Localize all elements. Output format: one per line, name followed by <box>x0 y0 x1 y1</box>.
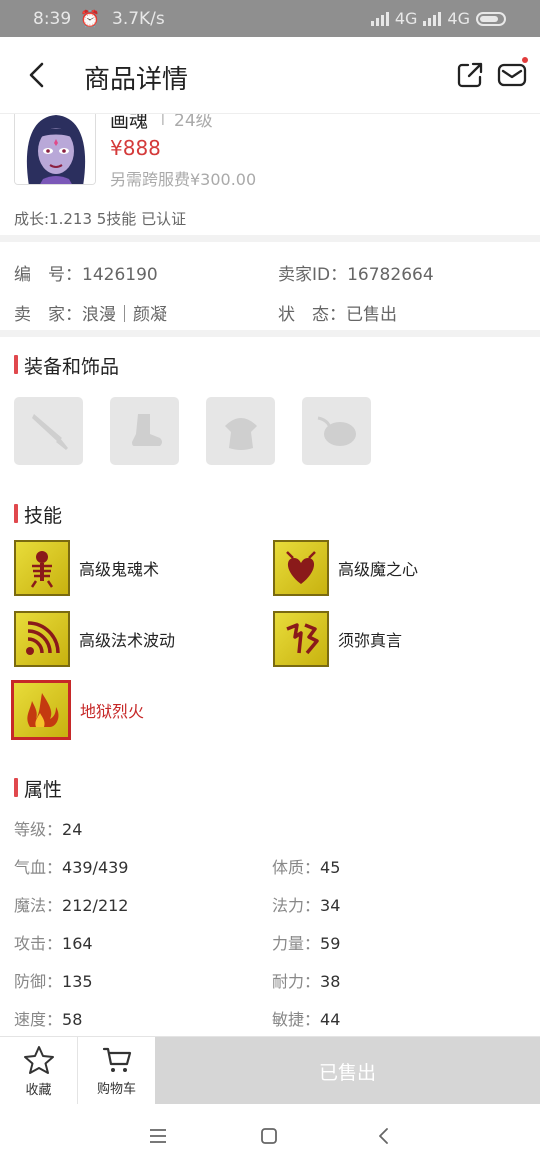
skill-item[interactable]: 高级鬼魂术 <box>14 540 159 596</box>
pet-portrait-icon <box>15 114 95 184</box>
attr-hp: 气血：439/439 <box>14 858 129 877</box>
signal-icon <box>370 11 389 26</box>
skeleton-icon <box>14 540 70 596</box>
skill-name: 高级鬼魂术 <box>79 560 160 579</box>
weapon-slot-icon <box>31 414 68 450</box>
mail-icon[interactable] <box>497 61 527 89</box>
detail-content[interactable]: 画魂 | 24级 ¥888 另需跨服费¥300.00 成长:1.213 5技能 … <box>0 114 540 1036</box>
attr-magic: 法力：34 <box>272 896 341 915</box>
skill-name: 地狱烈火 <box>80 702 145 721</box>
cart-button[interactable]: 购物车 <box>77 1037 155 1105</box>
skill-name: 高级魔之心 <box>338 560 419 579</box>
signal-icon-2 <box>423 11 442 26</box>
seller: 卖 家：浪漫｜颜凝 <box>14 305 167 325</box>
rune-icon <box>273 611 329 667</box>
accessory-slot-icon <box>317 416 356 446</box>
alarm-icon: ⏰ <box>80 9 100 28</box>
skill-name: 高级法术波动 <box>79 631 176 650</box>
price: ¥888 <box>110 136 161 160</box>
divider <box>0 330 540 337</box>
bottom-action-bar: 收藏 购物车 已售出 <box>0 1036 540 1105</box>
page-title: 商品详情 <box>84 65 189 95</box>
battery-icon <box>476 11 506 26</box>
attr-endurance: 耐力：38 <box>272 972 341 991</box>
system-back-icon[interactable] <box>374 1126 394 1146</box>
cart-icon <box>102 1047 131 1072</box>
flame-icon <box>11 680 71 740</box>
section-skills: 技能 <box>14 501 62 528</box>
weapon-slot[interactable] <box>14 397 83 465</box>
armor-slot[interactable] <box>206 397 275 465</box>
boot-slot-icon <box>131 414 162 446</box>
accessory-slot[interactable] <box>302 397 371 465</box>
section-attributes: 属性 <box>14 775 62 802</box>
pet-name: 画魂 <box>110 114 149 132</box>
sold-out-button[interactable]: 已售出 <box>155 1037 540 1105</box>
favorite-button[interactable]: 收藏 <box>0 1037 77 1105</box>
skill-item[interactable]: 高级魔之心 <box>273 540 418 596</box>
status-right: 4G 4G <box>370 9 506 28</box>
name-level-separator: | <box>160 114 166 126</box>
share-icon[interactable] <box>456 61 484 89</box>
header: 商品详情 <box>0 37 540 114</box>
pet-level: 24级 <box>174 114 213 131</box>
attr-strength: 力量：59 <box>272 934 341 953</box>
favorite-label: 收藏 <box>25 1082 52 1098</box>
attr-speed: 速度：58 <box>14 1010 83 1029</box>
section-equipment: 装备和饰品 <box>14 352 119 379</box>
attr-agility: 敏捷：44 <box>272 1010 341 1029</box>
heart-icon <box>273 540 329 596</box>
skill-item[interactable]: 高级法术波动 <box>14 611 175 667</box>
attr-defense: 防御：135 <box>14 972 93 991</box>
star-icon <box>23 1045 54 1074</box>
cart-label: 购物车 <box>96 1081 136 1097</box>
system-nav-bar <box>0 1104 540 1170</box>
extra-fee: 另需跨服费¥300.00 <box>110 170 257 189</box>
boot-slot[interactable] <box>110 397 179 465</box>
home-icon[interactable] <box>259 1126 279 1146</box>
wave-icon <box>14 611 70 667</box>
armor-slot-icon <box>224 418 257 450</box>
skill-item-selected[interactable]: 地狱烈火 <box>11 680 144 740</box>
back-arrow-icon[interactable] <box>22 59 52 91</box>
notification-dot <box>522 57 528 63</box>
status-time: 8:39 <box>33 9 72 29</box>
seller-id: 卖家ID：16782664 <box>278 265 434 285</box>
skill-name: 须弥真言 <box>338 631 403 650</box>
attr-mp: 魔法：212/212 <box>14 896 129 915</box>
status-bar: 8:39 ⏰ 3.7K/s 4G 4G <box>0 0 540 37</box>
network-speed: 3.7K/s <box>112 9 165 29</box>
attr-constitution: 体质：45 <box>272 858 341 877</box>
item-id: 编 号：1426190 <box>14 265 158 285</box>
divider <box>0 235 540 242</box>
skill-item[interactable]: 须弥真言 <box>273 611 402 667</box>
network-type: 4G <box>394 9 418 28</box>
network-type-2: 4G <box>447 9 470 28</box>
item-status: 状 态：已售出 <box>278 305 397 325</box>
growth-info: 成长:1.213 5技能 已认证 <box>14 210 187 228</box>
attr-level: 等级：24 <box>14 820 83 839</box>
attr-attack: 攻击：164 <box>14 934 93 953</box>
pet-avatar <box>14 114 96 185</box>
pet-summary: 画魂 | 24级 ¥888 另需跨服费¥300.00 成长:1.213 5技能 … <box>0 114 540 238</box>
menu-icon[interactable] <box>148 1126 168 1146</box>
